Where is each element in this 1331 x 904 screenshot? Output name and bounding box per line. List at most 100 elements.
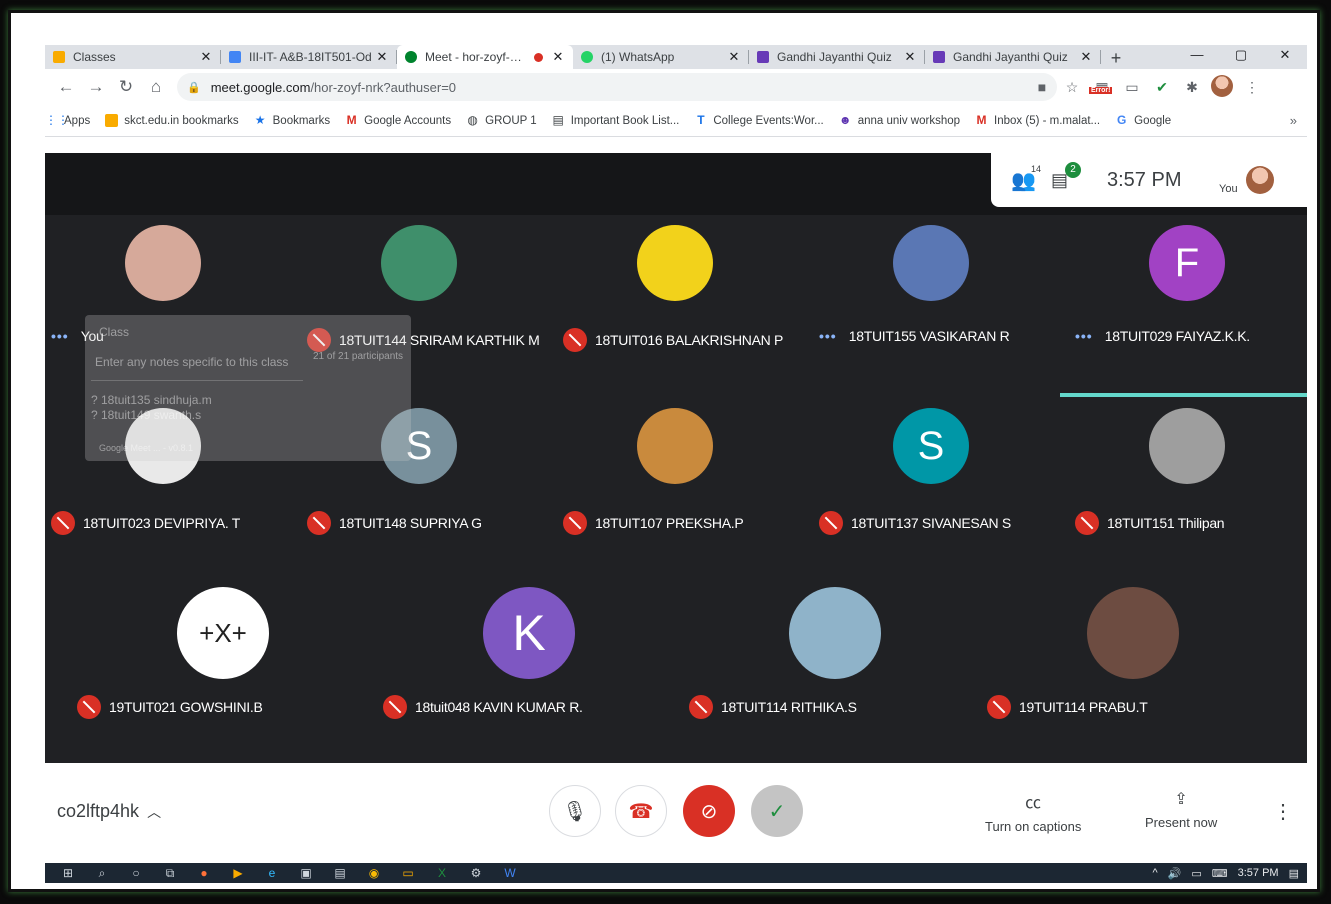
participant-tile[interactable]: 19TUIT114 PRABU.T bbox=[981, 583, 1281, 763]
menu-icon[interactable]: ⋮ bbox=[1237, 79, 1267, 96]
profile-avatar[interactable] bbox=[1207, 74, 1237, 100]
address-bar[interactable]: 🔒 meet.google.com/hor-zoyf-nrk?authuser=… bbox=[177, 73, 1057, 101]
maximize-icon[interactable]: ▢ bbox=[1219, 45, 1263, 67]
search-icon[interactable]: ⌕ bbox=[85, 866, 119, 881]
notes-title: Class bbox=[99, 325, 130, 339]
participant-tile[interactable]: S 18TUIT137 SIVANESAN S bbox=[813, 398, 1069, 578]
extensions-area: ■ ☆ ▦Error! ▭ ✔ ✱ ⋮ bbox=[1027, 74, 1267, 100]
leave-call-button[interactable]: ☎ bbox=[615, 785, 667, 837]
notification-icon[interactable]: ▤ bbox=[1289, 867, 1299, 880]
participant-tile[interactable]: 18TUIT107 PREKSHA.P bbox=[557, 398, 813, 578]
chevron-right-icon[interactable]: » bbox=[1290, 113, 1297, 128]
excel-icon[interactable]: X bbox=[425, 866, 459, 880]
puzzle-icon[interactable]: ✱ bbox=[1177, 79, 1207, 96]
participant-avatar: F bbox=[1149, 225, 1225, 301]
meeting-code[interactable]: co2lftp4hk ︿ bbox=[57, 801, 161, 822]
toolbar: ← → ↻ ⌂ 🔒 meet.google.com/hor-zoyf-nrk?a… bbox=[45, 69, 1307, 105]
close-icon[interactable]: ✕ bbox=[551, 49, 565, 65]
forward-icon[interactable]: → bbox=[81, 77, 111, 97]
bookmark-apps[interactable]: ⋮⋮ Apps bbox=[45, 114, 90, 127]
class-notes-overlay[interactable]: Class Enter any notes specific to this c… bbox=[85, 315, 411, 461]
firefox-icon[interactable]: ● bbox=[187, 866, 221, 880]
close-icon[interactable]: ✕ bbox=[1079, 49, 1093, 65]
tab-whatsapp[interactable]: (1) WhatsApp ✕ bbox=[573, 45, 749, 69]
participant-name-row: 18TUIT114 RITHIKA.S bbox=[689, 695, 857, 719]
participant-avatar: K bbox=[483, 587, 575, 679]
participant-name-row: ••• 18TUIT155 VASIKARAN R bbox=[819, 328, 1010, 344]
mic-off-icon bbox=[77, 695, 101, 719]
windows-start-icon[interactable]: ⊞ bbox=[51, 866, 85, 880]
bookmark-anna-univ[interactable]: ☻ anna univ workshop bbox=[839, 114, 960, 127]
battery-icon[interactable]: ▭ bbox=[1191, 867, 1201, 880]
bookmark-group1[interactable]: ◍ GROUP 1 bbox=[466, 114, 536, 127]
meet-stage: 👥 14 ▤ 2 3:57 PM You ••• You 18TUIT144 SRIRA… bbox=[45, 153, 1307, 763]
star-icon[interactable]: ☆ bbox=[1057, 79, 1087, 96]
meeting-clock: 3:57 PM bbox=[1107, 168, 1182, 191]
close-window-icon[interactable]: ✕ bbox=[1263, 45, 1307, 67]
bookmark-college-events[interactable]: T College Events:Wor... bbox=[694, 114, 824, 127]
bookmark-book-list[interactable]: ▤ Important Book List... bbox=[552, 114, 680, 127]
camera-icon[interactable]: ■ bbox=[1027, 79, 1057, 95]
word-icon[interactable]: W bbox=[493, 866, 527, 880]
minimize-icon[interactable]: — bbox=[1175, 45, 1219, 67]
more-options-icon[interactable]: ⋮ bbox=[1273, 799, 1293, 824]
keyboard-icon[interactable]: ⌨ bbox=[1212, 867, 1228, 880]
extension-error-icon[interactable]: ▦Error! bbox=[1087, 79, 1117, 96]
participant-tile[interactable]: F ••• 18TUIT029 FAIYAZ.K.K. bbox=[1069, 215, 1307, 395]
window-controls: — ▢ ✕ bbox=[1175, 45, 1307, 67]
participant-tile[interactable]: 18TUIT114 RITHIKA.S bbox=[683, 583, 983, 763]
camera-toggle-button[interactable]: ⊘ bbox=[683, 785, 735, 837]
tab-course[interactable]: III-IT- A&B-18IT501-Od ✕ bbox=[221, 45, 397, 69]
check-icon[interactable]: ✔ bbox=[1147, 79, 1177, 96]
participant-name-row: 19TUIT114 PRABU.T bbox=[987, 695, 1148, 719]
mic-off-icon bbox=[689, 695, 713, 719]
notepad-icon[interactable]: ▤ bbox=[323, 866, 357, 880]
file-explorer-icon[interactable]: ▭ bbox=[391, 866, 425, 880]
extension-icon[interactable]: ▭ bbox=[1117, 79, 1147, 96]
chat-icon[interactable]: ▤ 2 bbox=[1051, 161, 1101, 191]
people-icon[interactable]: 👥 14 bbox=[1011, 164, 1051, 193]
bookmark-bookmarks[interactable]: ★ Bookmarks bbox=[254, 113, 330, 127]
volume-icon[interactable]: 🔊 bbox=[1168, 867, 1182, 880]
close-icon[interactable]: ✕ bbox=[903, 49, 917, 65]
self-avatar[interactable] bbox=[1245, 166, 1274, 194]
participant-tile[interactable]: 18TUIT016 BALAKRISHNAN P bbox=[557, 215, 813, 395]
tray-clock[interactable]: 3:57 PM bbox=[1238, 867, 1279, 879]
store-icon[interactable]: ▣ bbox=[289, 866, 323, 880]
participant-tile[interactable]: K 18tuit048 KAVIN KUMAR R. bbox=[377, 583, 677, 763]
present-button[interactable]: ⇪ Present now bbox=[1145, 789, 1217, 830]
tab-meet[interactable]: Meet - hor-zoyf-nrk ✕ bbox=[397, 45, 573, 69]
gmail-icon: M bbox=[346, 113, 357, 127]
settings-icon[interactable]: ⚙ bbox=[459, 866, 493, 880]
reload-icon[interactable]: ↻ bbox=[111, 77, 141, 97]
chrome-icon[interactable]: ◉ bbox=[357, 866, 391, 880]
home-icon[interactable]: ⌂ bbox=[141, 77, 171, 97]
close-icon[interactable]: ✕ bbox=[375, 49, 389, 65]
participant-name-row: 18TUIT148 SUPRIYA G bbox=[307, 511, 482, 535]
microphone-button[interactable]: 🎙 bbox=[549, 785, 601, 837]
cortana-icon[interactable]: ○ bbox=[119, 866, 153, 880]
back-icon[interactable]: ← bbox=[51, 77, 81, 97]
notes-input[interactable]: Enter any notes specific to this class bbox=[91, 351, 303, 381]
captions-button[interactable]: ㏄ Turn on captions bbox=[985, 789, 1081, 834]
bookmark-google-accounts[interactable]: M Google Accounts bbox=[345, 114, 451, 127]
chevron-up-icon[interactable]: ^ bbox=[1152, 867, 1157, 879]
media-icon[interactable]: ▶ bbox=[221, 866, 255, 880]
close-icon[interactable]: ✕ bbox=[199, 49, 213, 65]
task-view-icon[interactable]: ⧉ bbox=[153, 866, 187, 881]
participant-tile[interactable]: ••• 18TUIT155 VASIKARAN R bbox=[813, 215, 1069, 395]
new-tab-button[interactable]: + bbox=[1101, 47, 1131, 69]
tab-quiz-2[interactable]: Gandhi Jayanthi Quiz ✕ bbox=[925, 45, 1101, 69]
participant-tile[interactable]: 18TUIT151 Thilipan bbox=[1069, 398, 1307, 578]
close-icon[interactable]: ✕ bbox=[727, 49, 741, 65]
bookmark-inbox[interactable]: M Inbox (5) - m.malat... bbox=[975, 114, 1101, 127]
check-button[interactable]: ✓ bbox=[751, 785, 803, 837]
tab-quiz-1[interactable]: Gandhi Jayanthi Quiz ✕ bbox=[749, 45, 925, 69]
participant-tile[interactable]: +X+ 19TUIT021 GOWSHINI.B bbox=[71, 583, 371, 763]
edge-icon[interactable]: e bbox=[255, 866, 289, 880]
bookmark-google[interactable]: G Google bbox=[1115, 114, 1171, 127]
tab-classes[interactable]: Classes ✕ bbox=[45, 45, 221, 69]
bookmark-skct[interactable]: skct.edu.in bookmarks bbox=[105, 114, 239, 127]
star-icon: ★ bbox=[254, 113, 266, 127]
bookmark-label: skct.edu.in bookmarks bbox=[124, 114, 239, 127]
